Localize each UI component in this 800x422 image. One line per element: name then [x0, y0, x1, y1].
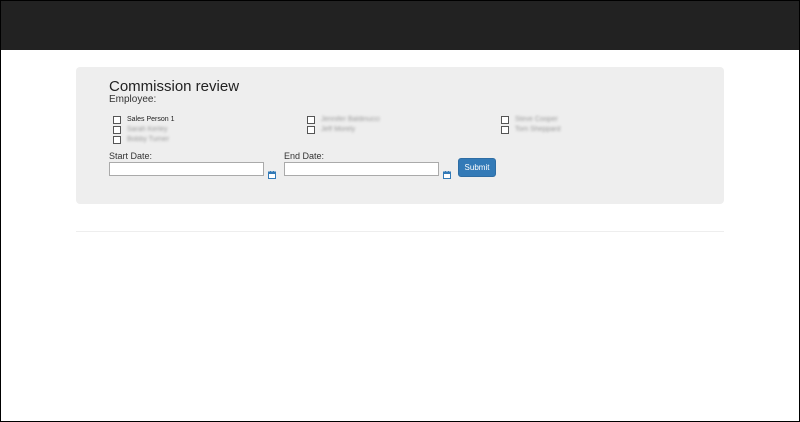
checkbox[interactable]: [307, 115, 315, 124]
employee-name: Jennifer Baldinucci: [321, 116, 380, 123]
employee-checkbox-item[interactable]: Bobby Turner: [113, 134, 169, 145]
top-navbar: [1, 1, 799, 50]
employee-name: Sales Person 1: [127, 116, 175, 123]
calendar-icon[interactable]: [268, 166, 276, 179]
checkbox[interactable]: [113, 115, 121, 124]
browser-page: Commission review Employee: Sales Person…: [0, 0, 800, 422]
employee-name: Tom Sheppard: [515, 126, 561, 133]
employee-checkbox-item[interactable]: Tom Sheppard: [501, 124, 561, 135]
checkbox[interactable]: [113, 135, 121, 144]
section-divider: [76, 231, 724, 232]
employee-name: Sarah Kerley: [127, 126, 168, 133]
employee-checkbox-item[interactable]: Jeff Morely: [307, 124, 355, 135]
checkbox[interactable]: [501, 115, 509, 124]
employee-name: Steve Cooper: [515, 116, 558, 123]
checkbox[interactable]: [501, 125, 509, 134]
checkbox[interactable]: [113, 125, 121, 134]
employee-label: Employee:: [109, 94, 157, 105]
employee-name: Jeff Morely: [321, 126, 356, 133]
end-date-input[interactable]: [284, 162, 439, 176]
employee-name: Bobby Turner: [127, 136, 170, 143]
start-date-input[interactable]: [109, 162, 264, 176]
start-date-label: Start Date:: [109, 151, 153, 161]
calendar-icon[interactable]: [443, 166, 451, 179]
end-date-label: End Date:: [284, 151, 325, 161]
submit-button[interactable]: Submit: [458, 158, 496, 177]
checkbox[interactable]: [307, 125, 315, 134]
commission-review-panel: Commission review Employee: Sales Person…: [76, 67, 724, 204]
